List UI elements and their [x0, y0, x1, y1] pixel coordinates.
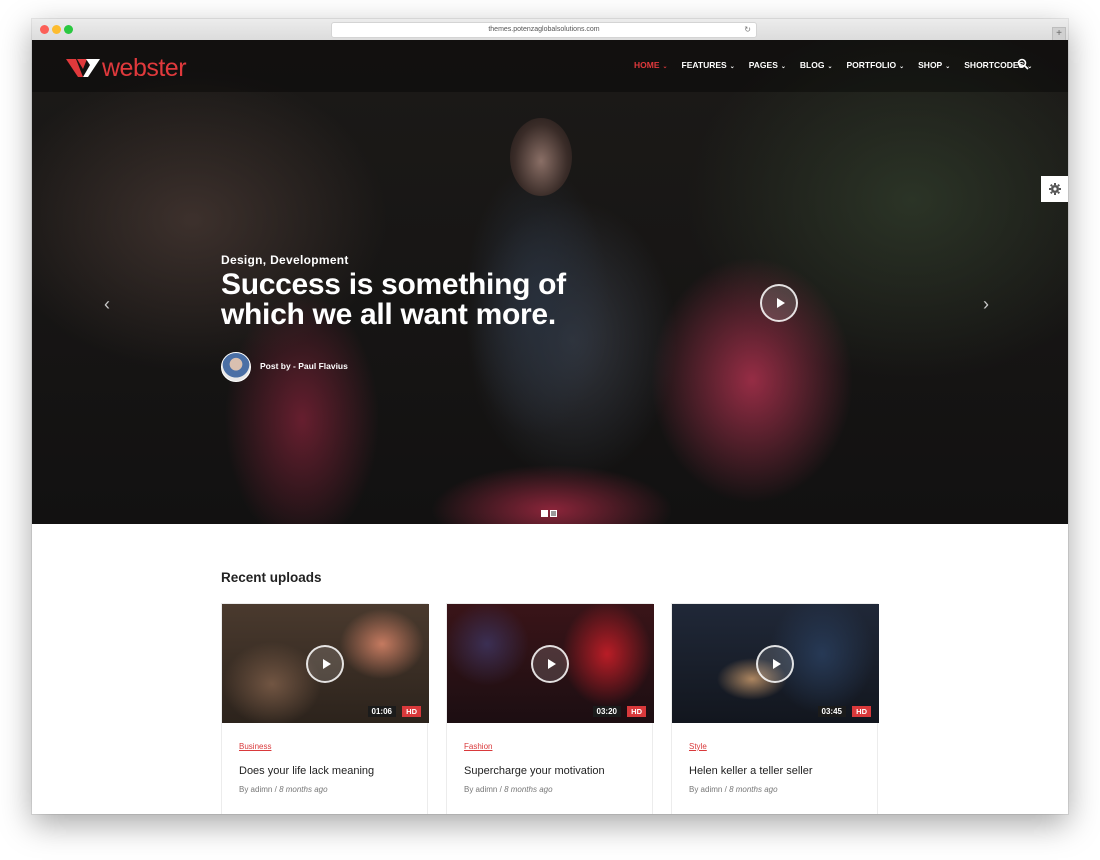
video-duration: 01:06	[367, 706, 396, 717]
card-title[interactable]: Does your life lack meaning	[239, 765, 374, 777]
browser-toolbar: themes.potenzaglobalsolutions.com ↻ +	[32, 19, 1068, 41]
hero-category[interactable]: Design, Development	[221, 253, 349, 267]
address-bar[interactable]: themes.potenzaglobalsolutions.com ↻	[331, 22, 757, 38]
chevron-down-icon: ⌄	[899, 64, 905, 70]
slider-next-chevron-icon[interactable]: ›	[983, 294, 989, 315]
card-title[interactable]: Supercharge your motivation	[464, 765, 605, 777]
card-category-link[interactable]: Fashion	[464, 742, 492, 751]
video-duration: 03:20	[592, 706, 621, 717]
chevron-down-icon: ⌄	[662, 64, 668, 70]
main-nav: HOME ⌄ FEATURES ⌄ PAGES ⌄ BLOG ⌄ PORTFOLIO ⌄ SHOP ⌄…	[634, 60, 1046, 70]
nav-item-label: SHORTCODES	[964, 60, 1025, 70]
video-duration: 03:45	[817, 706, 846, 717]
card-date: 8 months ago	[729, 785, 778, 794]
address-bar-url: themes.potenzaglobalsolutions.com	[488, 26, 600, 33]
logo-mark-icon	[66, 59, 100, 77]
slider-pagination	[541, 510, 559, 517]
close-window-button[interactable]	[40, 25, 49, 34]
chevron-down-icon: ⌄	[827, 64, 833, 70]
maximize-window-button[interactable]	[64, 25, 73, 34]
chevron-down-icon: ⌄	[729, 64, 735, 70]
video-card[interactable]: 03:20 HD Fashion Supercharge your motivatio…	[446, 603, 654, 814]
card-meta-separator: /	[274, 785, 277, 794]
video-thumbnail[interactable]: 03:45 HD	[672, 604, 879, 723]
reload-icon[interactable]: ↻	[744, 23, 751, 37]
card-title[interactable]: Helen keller a teller seller	[689, 765, 813, 777]
video-play-button[interactable]	[531, 645, 569, 683]
nav-item-label: PORTFOLIO	[846, 60, 897, 70]
play-icon	[773, 659, 781, 669]
play-icon	[323, 659, 331, 669]
site-header: webster HOME ⌄ FEATURES ⌄ PAGES ⌄ BLOG ⌄ PORTFOL…	[32, 40, 1068, 92]
site-logo[interactable]: webster	[66, 53, 187, 82]
video-card[interactable]: 01:06 HD Business Does your life lack meani…	[221, 603, 429, 814]
hero-title[interactable]: Success is something of which we all wan…	[221, 270, 641, 330]
video-card[interactable]: 03:45 HD Style Helen keller a teller seller…	[671, 603, 879, 814]
slider-dot[interactable]	[541, 510, 548, 517]
nav-item-shop[interactable]: SHOP ⌄	[918, 60, 950, 70]
play-icon	[777, 298, 785, 308]
gear-icon	[1048, 183, 1061, 195]
video-thumbnail[interactable]: 01:06 HD	[222, 604, 429, 723]
play-icon	[548, 659, 556, 669]
nav-item-pages[interactable]: PAGES ⌄	[749, 60, 786, 70]
chevron-down-icon: ⌄	[780, 64, 786, 70]
card-meta: By adimn / 8 months ago	[239, 785, 328, 794]
logo-text: webster	[102, 53, 187, 82]
nav-item-home[interactable]: HOME ⌄	[634, 60, 668, 70]
hero-title-line: which we all want more.	[221, 298, 556, 331]
author-avatar	[221, 352, 251, 382]
minimize-window-button[interactable]	[52, 25, 61, 34]
card-author[interactable]: By adimn	[464, 785, 497, 794]
new-tab-button[interactable]: +	[1052, 27, 1066, 41]
card-meta: By adimn / 8 months ago	[689, 785, 778, 794]
card-category-link[interactable]: Business	[239, 742, 271, 751]
hd-badge: HD	[852, 706, 871, 717]
nav-item-label: BLOG	[799, 60, 825, 70]
nav-item-portfolio[interactable]: PORTFOLIO ⌄	[847, 60, 905, 70]
hero-play-button[interactable]	[760, 284, 798, 322]
slider-dot[interactable]	[550, 510, 557, 517]
hero-slider: webster HOME ⌄ FEATURES ⌄ PAGES ⌄ BLOG ⌄ PORTFOL…	[32, 40, 1068, 524]
hero-photo-head	[510, 118, 572, 196]
card-meta-separator: /	[499, 785, 502, 794]
card-date: 8 months ago	[504, 785, 553, 794]
hero-title-line: Success is something of	[221, 268, 566, 301]
video-thumbnail[interactable]: 03:20 HD	[447, 604, 654, 723]
slider-prev-chevron-icon[interactable]: ‹	[104, 294, 110, 315]
nav-item-label: FEATURES	[681, 60, 727, 70]
chevron-down-icon: ⌄	[945, 64, 951, 70]
card-meta-separator: /	[724, 785, 727, 794]
settings-panel-toggle[interactable]	[1041, 176, 1068, 202]
nav-item-label: SHOP	[918, 60, 943, 70]
card-date: 8 months ago	[279, 785, 328, 794]
card-author[interactable]: By adimn	[689, 785, 722, 794]
video-play-button[interactable]	[756, 645, 794, 683]
hd-badge: HD	[402, 706, 421, 717]
search-icon[interactable]	[1017, 58, 1029, 70]
nav-item-features[interactable]: FEATURES ⌄	[682, 60, 735, 70]
nav-item-blog[interactable]: BLOG ⌄	[800, 60, 833, 70]
nav-item-label: HOME	[634, 60, 660, 70]
hd-badge: HD	[627, 706, 646, 717]
recent-uploads-heading: Recent uploads	[221, 570, 322, 585]
video-play-button[interactable]	[306, 645, 344, 683]
nav-item-label: PAGES	[748, 60, 778, 70]
card-meta: By adimn / 8 months ago	[464, 785, 553, 794]
card-author[interactable]: By adimn	[239, 785, 272, 794]
card-category-link[interactable]: Style	[689, 742, 707, 751]
browser-window: themes.potenzaglobalsolutions.com ↻ + we…	[32, 19, 1068, 814]
hero-author[interactable]: Post by - Paul Flavius	[260, 361, 348, 371]
